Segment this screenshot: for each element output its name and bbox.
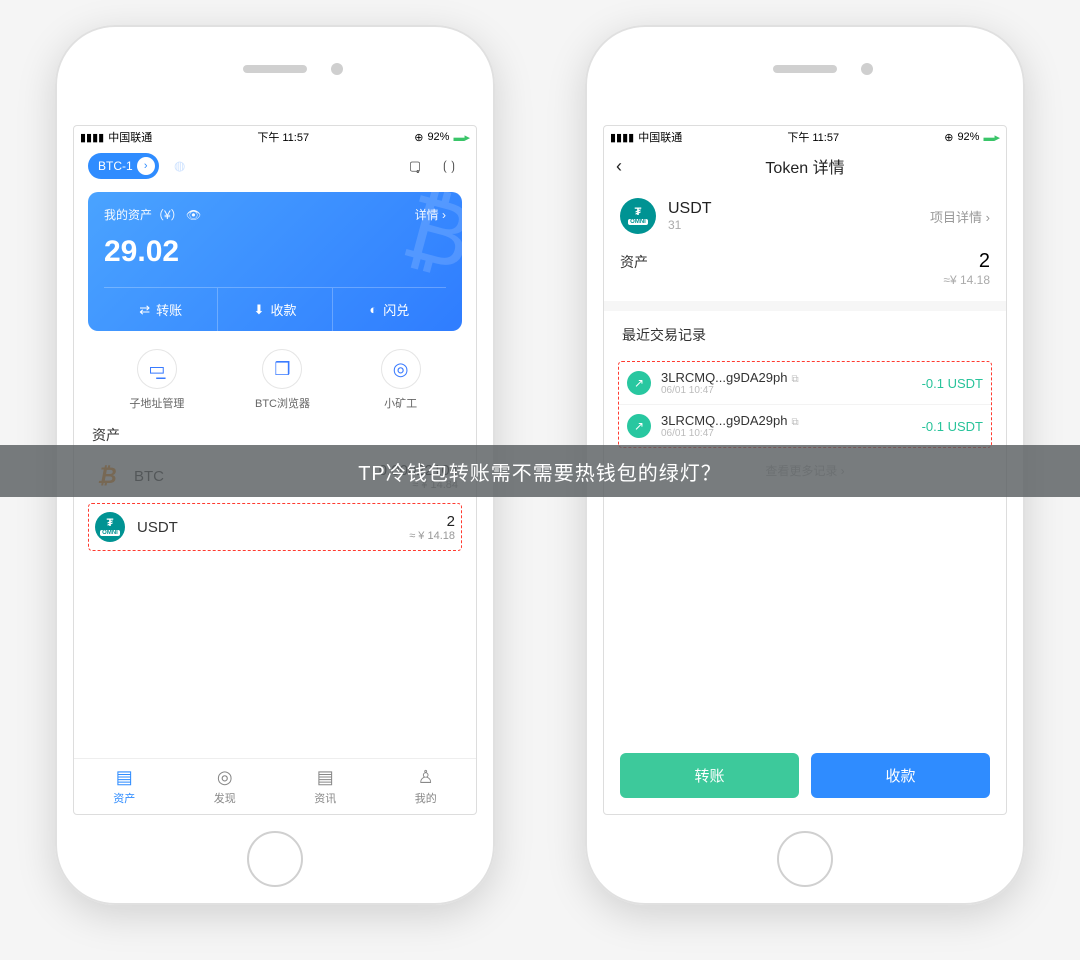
usdt-icon: ₮OMNI	[620, 198, 656, 234]
bottom-actions: 转账 收款	[604, 741, 1006, 814]
balance-title: 我的资产（¥）	[104, 208, 183, 222]
project-details-link[interactable]: 项目详情 ›	[930, 207, 990, 226]
swap-icon: ⇄	[139, 302, 150, 318]
tab-discover[interactable]: ◎发现	[175, 759, 276, 814]
tool-explorer[interactable]: ❒ BTC浏览器	[255, 349, 310, 411]
status-time: 下午 11:57	[787, 129, 839, 145]
token-name: USDT	[668, 200, 918, 218]
top-bar: BTC-1 › ◍ ▢̥ ⟮ ⟯	[74, 146, 476, 186]
tab-assets[interactable]: ▤资产	[74, 759, 175, 814]
tx-highlight-box: ↗ 3LRCMQ...g9DA29ph ⧉ 06/01 10:47 -0.1 US…	[618, 361, 992, 448]
battery-icon: ▬▸	[983, 131, 1000, 144]
wallet-selector[interactable]: BTC-1 ›	[88, 153, 159, 179]
transfer-button[interactable]: ⇄转账	[104, 288, 218, 331]
news-icon: ▤	[275, 767, 376, 788]
tx-address: 3LRCMQ...g9DA29ph	[661, 413, 787, 428]
copy-icon[interactable]: ⧉	[791, 417, 798, 428]
tx-time: 06/01 10:47	[661, 428, 799, 439]
carrier-label: 中国联通	[108, 129, 152, 145]
asset-subvalue: ≈ ¥ 14.18	[409, 530, 455, 542]
balance-subvalue: ≈¥ 14.18	[943, 273, 990, 287]
home-button[interactable]	[247, 831, 303, 887]
caption-overlay: TP冷钱包转账需不需要热钱包的绿灯？	[0, 445, 1080, 497]
assets-icon: ▤	[74, 767, 175, 788]
alarm-icon: ⊕	[944, 131, 953, 144]
caption-text: TP冷钱包转账需不需要热钱包的绿灯？	[358, 457, 722, 486]
transfer-button[interactable]: 转账	[620, 753, 799, 798]
phone-camera	[861, 63, 873, 75]
wallet-selector-label: BTC-1	[98, 159, 133, 173]
profile-icon: ♙	[376, 767, 477, 788]
tx-row[interactable]: ↗ 3LRCMQ...g9DA29ph ⧉ 06/01 10:47 -0.1 US…	[619, 362, 991, 405]
battery-percent: 92%	[957, 131, 979, 143]
chevron-right-icon: ›	[137, 157, 155, 175]
scan-icon[interactable]: ⟮ ⟯	[436, 153, 462, 179]
receive-button[interactable]: ⬇收款	[218, 288, 332, 331]
usdt-icon: ₮OMNI	[95, 512, 125, 542]
tx-section-label: 最近交易记录	[604, 311, 1006, 351]
tx-amount: -0.1 USDT	[922, 376, 983, 391]
status-time: 下午 11:57	[257, 129, 309, 145]
eye-icon[interactable]: 👁	[186, 208, 201, 222]
balance-card: ₿ 我的资产（¥） 👁 详情 › 29.02 ⇄转账 ⬇收款 ◐闪兑	[88, 192, 462, 331]
tab-me[interactable]: ♙我的	[376, 759, 477, 814]
tx-row[interactable]: ↗ 3LRCMQ...g9DA29ph ⧉ 06/01 10:47 -0.1 US…	[619, 405, 991, 447]
signal-icon: ▮▮▮▮	[80, 131, 104, 144]
tool-subaddress[interactable]: ▭̲ 子地址管理	[129, 349, 184, 411]
home-button[interactable]	[777, 831, 833, 887]
carrier-label: 中国联通	[638, 129, 682, 145]
swap-button[interactable]: ◐闪兑	[333, 288, 446, 331]
bottom-tabbar: ▤资产 ◎发现 ▤资讯 ♙我的	[74, 758, 476, 814]
token-count: 31	[668, 218, 918, 232]
status-bar: ▮▮▮▮ 中国联通 下午 11:57 ⊕ 92% ▬▸	[74, 126, 476, 146]
balance-value: 2	[943, 250, 990, 273]
asset-value: 2	[409, 513, 455, 530]
alarm-icon: ⊕	[414, 131, 423, 144]
wallet-icon: ▭̲	[148, 359, 165, 380]
token-header: ₮OMNI USDT 31 项目详情 ›	[604, 186, 1006, 246]
photo-icon[interactable]: ▢̥	[402, 153, 428, 179]
back-button[interactable]: ‹	[616, 156, 622, 177]
download-icon: ⬇	[254, 302, 265, 318]
signal-icon: ▮▮▮▮	[610, 131, 634, 144]
asset-name: USDT	[137, 519, 178, 536]
receive-button[interactable]: 收款	[811, 753, 990, 798]
tool-miner[interactable]: ◎ 小矿工	[381, 349, 421, 411]
tab-news[interactable]: ▤资讯	[275, 759, 376, 814]
details-link[interactable]: 详情 ›	[415, 206, 446, 223]
tools-row: ▭̲ 子地址管理 ❒ BTC浏览器 ◎ 小矿工	[74, 341, 476, 415]
compass-icon: ◎	[175, 767, 276, 788]
phone-camera	[331, 63, 343, 75]
camera-icon: ◎	[393, 359, 409, 380]
sync-icon[interactable]: ◍	[167, 153, 193, 179]
navbar: ‹ Token 详情	[604, 146, 1006, 186]
tx-time: 06/01 10:47	[661, 385, 799, 396]
battery-icon: ▬▸	[453, 131, 470, 144]
outflow-icon: ↗	[627, 414, 651, 438]
copy-icon[interactable]: ⧉	[791, 374, 798, 385]
page-title: Token 详情	[765, 154, 844, 178]
cube-icon: ❒	[274, 359, 290, 380]
balance-label: 资产	[620, 252, 648, 272]
phone-speaker	[243, 65, 307, 73]
flash-icon: ◐	[369, 302, 377, 317]
tx-amount: -0.1 USDT	[922, 419, 983, 434]
outflow-icon: ↗	[627, 371, 651, 395]
balance-row: 资产 2 ≈¥ 14.18	[604, 246, 1006, 311]
tx-address: 3LRCMQ...g9DA29ph	[661, 370, 787, 385]
status-bar: ▮▮▮▮ 中国联通 下午 11:57 ⊕ 92% ▬▸	[604, 126, 1006, 146]
phone-speaker	[773, 65, 837, 73]
battery-percent: 92%	[427, 131, 449, 143]
asset-row-usdt[interactable]: ₮OMNI USDT 2 ≈ ¥ 14.18	[88, 503, 462, 551]
